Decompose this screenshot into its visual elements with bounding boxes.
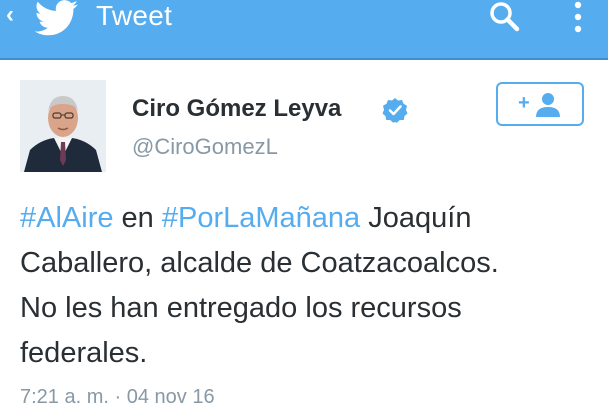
tweet-text-segment: Joaquín bbox=[360, 202, 472, 234]
follow-button[interactable]: + bbox=[496, 82, 584, 126]
avatar[interactable] bbox=[20, 80, 106, 172]
verified-badge-icon bbox=[382, 98, 408, 123]
author-name[interactable]: Ciro Gómez Leyva bbox=[132, 94, 341, 124]
tweet-text-segment: federales. bbox=[20, 337, 148, 369]
tweet-text: #AlAire en #PorLaMañana Joaquín Caballero… bbox=[20, 196, 600, 376]
app-header: ‹ Tweet bbox=[0, 0, 608, 60]
hashtag-link[interactable]: #AlAire bbox=[20, 202, 114, 234]
hashtag-link[interactable]: #PorLaMañana bbox=[162, 202, 360, 234]
svg-text:+: + bbox=[518, 92, 530, 114]
tweet-text-segment: No les han entregado los recursos bbox=[20, 292, 462, 324]
search-icon[interactable] bbox=[484, 0, 524, 34]
twitter-bird-icon[interactable] bbox=[34, 0, 80, 36]
page-title: Tweet bbox=[96, 0, 173, 31]
author-handle[interactable]: @CiroGomezL bbox=[132, 133, 278, 161]
tweet-timestamp: 7:21 a. m. · 04 nov 16 bbox=[20, 386, 215, 408]
chevron-left-icon[interactable]: ‹ bbox=[6, 3, 22, 27]
add-user-icon: + bbox=[518, 92, 560, 117]
tweet-text-segment: Caballero, alcalde de Coatzacoalcos. bbox=[20, 247, 499, 279]
tweet-text-segment: en bbox=[113, 202, 162, 234]
more-vertical-icon[interactable] bbox=[566, 0, 590, 36]
avatar-image bbox=[20, 80, 106, 172]
